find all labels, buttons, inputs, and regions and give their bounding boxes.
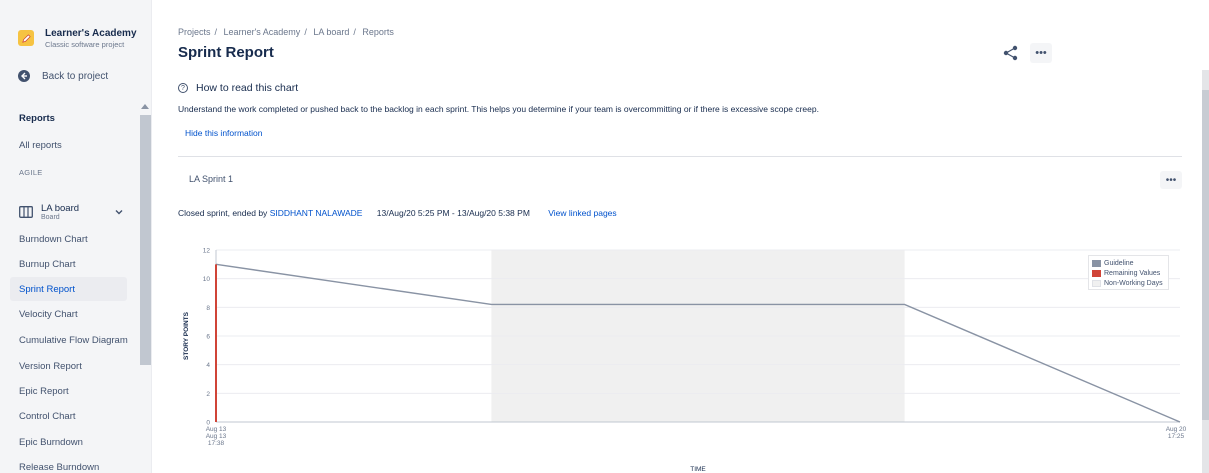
sidebar: Learner's Academy Classic software proje… bbox=[0, 0, 152, 473]
legend-label: Non-Working Days bbox=[1104, 279, 1163, 287]
x-tick-label-overlap-date: Aug 13 bbox=[206, 433, 227, 440]
back-to-project-button[interactable]: Back to project bbox=[18, 70, 108, 82]
back-to-project-label: Back to project bbox=[42, 70, 109, 82]
x-tick-label-overlap-time: 17:38 bbox=[208, 440, 225, 447]
sidebar-item-release-burndown[interactable]: Release Burndown bbox=[10, 455, 127, 473]
sidebar-item-burndown-chart[interactable]: Burndown Chart bbox=[10, 227, 127, 251]
more-actions-button[interactable]: ••• bbox=[1030, 43, 1052, 63]
divider bbox=[178, 156, 1182, 157]
main-scrollbar-thumb[interactable] bbox=[1202, 90, 1209, 420]
legend-item-remaining: Remaining Values bbox=[1092, 268, 1165, 278]
sprint-selector[interactable]: LA Sprint 1 bbox=[189, 174, 233, 184]
sidebar-item-cumulative-flow-diagram[interactable]: Cumulative Flow Diagram bbox=[10, 328, 128, 352]
sidebar-item-epic-burndown[interactable]: Epic Burndown bbox=[10, 430, 127, 454]
y-tick-label: 4 bbox=[206, 362, 210, 369]
sprint-info: Closed sprint, ended by SIDDHANT NALAWAD… bbox=[178, 208, 617, 218]
sidebar-item-epic-report[interactable]: Epic Report bbox=[10, 379, 127, 403]
main-content: Projects / Learner's Academy / LA board / R… bbox=[152, 0, 1209, 473]
project-type: Classic software project bbox=[45, 40, 125, 49]
view-linked-pages-link[interactable]: View linked pages bbox=[548, 208, 616, 218]
sprint-closed-text: Closed sprint, ended by bbox=[178, 208, 268, 218]
legend-item-non-working: Non-Working Days bbox=[1092, 278, 1165, 288]
breadcrumb-separator: / bbox=[304, 27, 307, 37]
page-title: Sprint Report bbox=[178, 44, 274, 61]
legend-swatch-remaining bbox=[1092, 269, 1101, 277]
sidebar-item-version-report[interactable]: Version Report bbox=[10, 354, 127, 378]
board-type: Board bbox=[41, 214, 60, 221]
agile-section-label: AGILE bbox=[19, 167, 43, 177]
hide-information-link[interactable]: Hide this information bbox=[185, 128, 262, 138]
board-name: LA board bbox=[41, 203, 80, 214]
sprint-more-button[interactable]: ••• bbox=[1160, 171, 1182, 189]
chart-description: Understand the work completed or pushed … bbox=[178, 104, 819, 114]
x-tick-label-start-date: Aug 13 bbox=[206, 426, 227, 433]
breadcrumb-reports[interactable]: Reports bbox=[362, 27, 394, 37]
scroll-up-arrow-icon[interactable] bbox=[141, 104, 149, 109]
how-to-read-toggle[interactable]: ? How to read this chart bbox=[178, 82, 298, 94]
breadcrumb-project[interactable]: Learner's Academy bbox=[224, 27, 301, 37]
breadcrumb-projects[interactable]: Projects bbox=[178, 27, 211, 37]
legend-label: Guideline bbox=[1104, 259, 1134, 267]
sidebar-item-sprint-report[interactable]: Sprint Report bbox=[10, 277, 127, 301]
help-icon: ? bbox=[178, 83, 188, 93]
chevron-down-icon bbox=[115, 210, 123, 215]
legend-item-guideline: Guideline bbox=[1092, 258, 1165, 268]
board-selector[interactable]: LA board Board bbox=[19, 198, 129, 226]
breadcrumb: Projects / Learner's Academy / LA board / R… bbox=[178, 27, 394, 37]
y-tick-label: 2 bbox=[206, 391, 210, 398]
chart-legend: Guideline Remaining Values Non-Working D… bbox=[1088, 255, 1169, 290]
y-tick-label: 6 bbox=[206, 334, 210, 341]
x-tick-label-end-time: 17:25 bbox=[1168, 433, 1185, 440]
x-axis-label: TIME bbox=[690, 466, 706, 473]
breadcrumb-board[interactable]: LA board bbox=[313, 27, 349, 37]
sprint-user-link[interactable]: SIDDHANT NALAWADE bbox=[270, 208, 363, 218]
project-avatar-icon bbox=[18, 30, 34, 46]
legend-swatch-guideline bbox=[1092, 259, 1101, 267]
project-name: Learner's Academy bbox=[45, 28, 137, 39]
legend-swatch-non-working bbox=[1092, 279, 1101, 287]
chart-svg: 024681012Aug 13Aug 1317:38Aug 2017:25STO… bbox=[183, 248, 1187, 473]
sidebar-item-control-chart[interactable]: Control Chart bbox=[10, 404, 127, 428]
sidebar-nav: Reports All reports AGILE LA board Board… bbox=[0, 100, 151, 473]
y-tick-label: 12 bbox=[203, 248, 211, 255]
sidebar-item-velocity-chart[interactable]: Velocity Chart bbox=[10, 302, 127, 326]
y-axis-label: STORY POINTS bbox=[183, 311, 190, 360]
breadcrumb-separator: / bbox=[353, 27, 356, 37]
reports-heading: Reports bbox=[19, 112, 55, 124]
sidebar-item-all-reports[interactable]: All reports bbox=[10, 133, 127, 157]
breadcrumb-separator: / bbox=[214, 27, 218, 37]
burndown-chart: 0 2 4 6 8 10 12 Aug 13 Aug 13 17:38 Aug 20 17:25 STO… bbox=[170, 236, 1190, 473]
y-tick-label: 8 bbox=[206, 305, 210, 312]
how-to-read-label: How to read this chart bbox=[196, 82, 299, 94]
sprint-dates: 13/Aug/20 5:25 PM - 13/Aug/20 5:38 PM bbox=[376, 208, 530, 218]
board-icon bbox=[19, 206, 33, 218]
y-tick-label: 10 bbox=[203, 276, 211, 283]
sidebar-item-burnup-chart[interactable]: Burnup Chart bbox=[10, 252, 127, 276]
arrow-left-icon bbox=[18, 70, 30, 82]
x-tick-label-end-date: Aug 20 bbox=[1166, 426, 1187, 433]
legend-label: Remaining Values bbox=[1104, 269, 1161, 277]
project-header[interactable]: Learner's Academy Classic software proje… bbox=[18, 28, 137, 49]
sidebar-scrollbar-thumb[interactable] bbox=[140, 115, 151, 365]
share-icon[interactable] bbox=[1002, 44, 1020, 62]
